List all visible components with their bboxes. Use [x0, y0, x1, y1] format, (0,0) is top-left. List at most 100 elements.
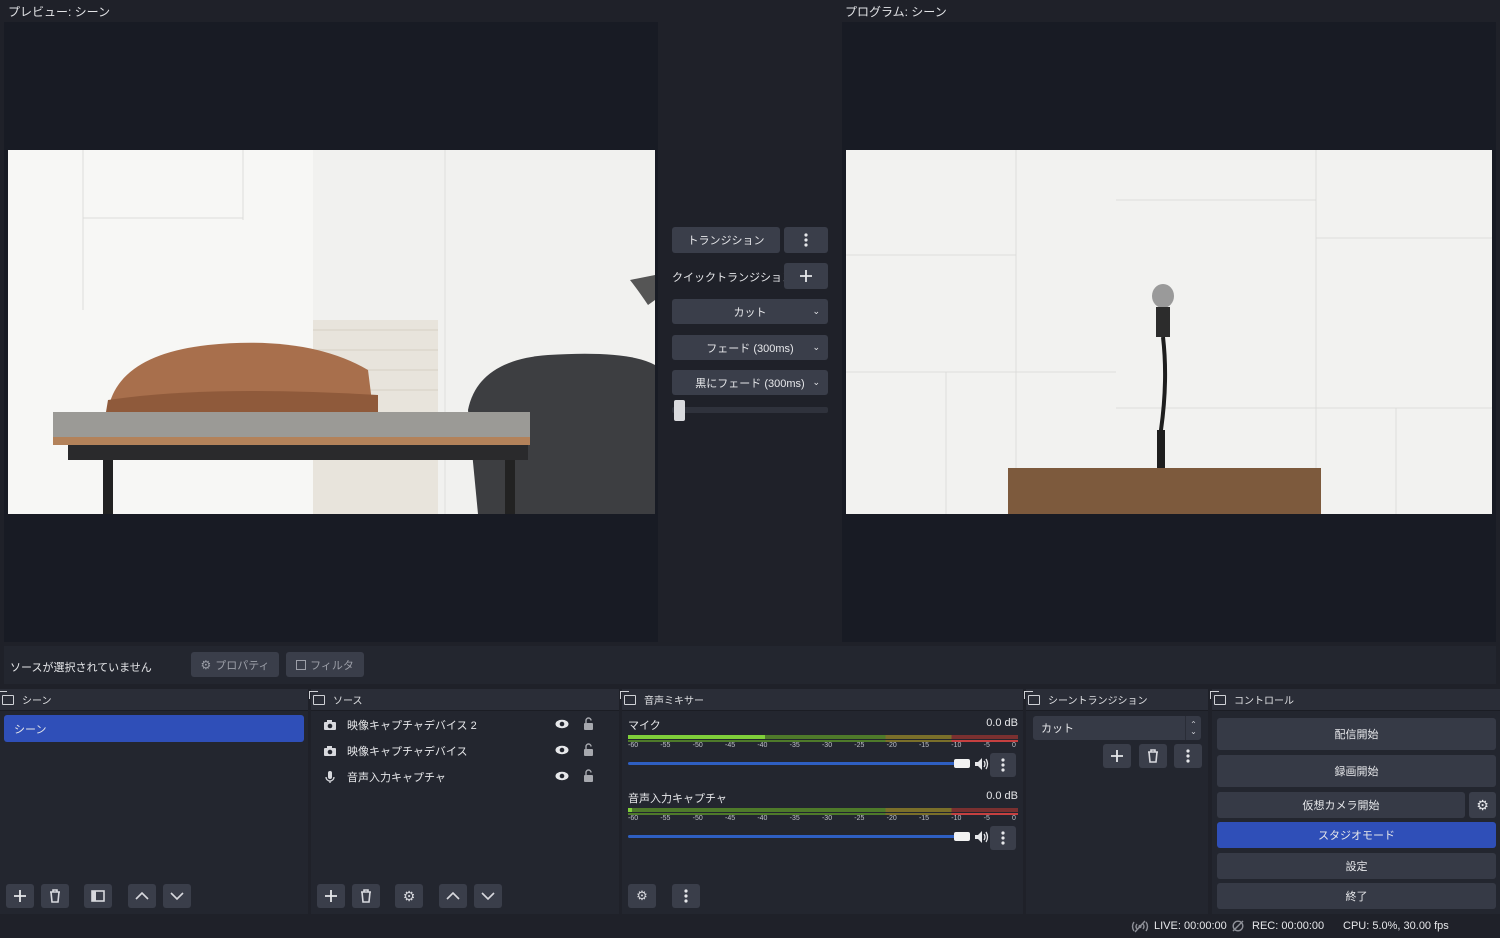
- chevron-down-icon: [170, 892, 184, 901]
- add-transition-button[interactable]: [1103, 744, 1131, 768]
- scene-transitions-dock: シーントランジション カット ⌃ ⌄: [1024, 689, 1208, 914]
- speaker-icon[interactable]: [974, 830, 990, 847]
- quick-transition-fade-black[interactable]: 黒にフェード (300ms) ⌄: [672, 370, 828, 395]
- scene-filters-button[interactable]: [84, 884, 112, 908]
- scenes-dock-header[interactable]: シーン: [0, 689, 308, 711]
- move-source-down-button[interactable]: [474, 884, 502, 908]
- filter-icon: [91, 890, 105, 902]
- kebab-icon: [1186, 749, 1190, 763]
- volume-slider-handle[interactable]: [954, 759, 970, 768]
- scale-tick: -50: [692, 742, 703, 749]
- scale-tick: -10: [951, 815, 962, 822]
- source-item-label: 映像キャプチャデバイス: [347, 746, 468, 758]
- scale-tick: -60: [628, 742, 639, 749]
- volume-slider[interactable]: [628, 759, 970, 768]
- source-properties-button[interactable]: ⚙: [395, 884, 423, 908]
- remove-source-button[interactable]: [352, 884, 380, 908]
- quick-transition-cut[interactable]: カット ⌄: [672, 299, 828, 324]
- audio-mixer-dock-title: 音声ミキサー: [644, 696, 704, 707]
- quick-transition-label-0: カット: [733, 306, 767, 319]
- transition-select[interactable]: カット ⌃ ⌄: [1033, 716, 1201, 740]
- transition-button[interactable]: トランジション: [672, 227, 780, 253]
- source-item[interactable]: 映像キャプチャデバイス: [315, 738, 615, 764]
- transition-select-value: カット: [1041, 723, 1074, 735]
- preview-title: プレビュー: シーン: [8, 5, 111, 19]
- t-bar-track[interactable]: [672, 407, 828, 413]
- add-source-button[interactable]: [317, 884, 345, 908]
- controls-dock-header[interactable]: コントロール: [1210, 689, 1500, 711]
- plus-icon: [14, 890, 26, 902]
- scale-tick: -5: [983, 815, 990, 822]
- scale-tick: -25: [854, 742, 865, 749]
- move-scene-down-button[interactable]: [163, 884, 191, 908]
- preview-canvas[interactable]: [8, 150, 655, 514]
- lock-icon[interactable]: [583, 769, 594, 785]
- program-canvas[interactable]: [846, 150, 1492, 514]
- scale-tick: -35: [789, 742, 800, 749]
- start-virtual-camera-button[interactable]: 仮想カメラ開始: [1217, 792, 1465, 818]
- virtual-camera-settings-button[interactable]: ⚙: [1469, 792, 1496, 818]
- mixer-channel-name: マイク: [628, 720, 661, 732]
- scene-transitions-dock-header[interactable]: シーントランジション: [1024, 689, 1208, 711]
- quick-transition-label-2: 黒にフェード (300ms): [695, 377, 805, 390]
- source-item-label: 音声入力キャプチャ: [347, 772, 446, 784]
- properties-button[interactable]: ⚙ プロパティ: [191, 652, 279, 677]
- speaker-icon[interactable]: [974, 757, 990, 774]
- start-streaming-label: 配信開始: [1334, 729, 1379, 741]
- scale-tick: -15: [918, 815, 930, 822]
- scene-item[interactable]: シーン: [4, 715, 304, 742]
- source-item[interactable]: 音声入力キャプチャ: [315, 764, 615, 790]
- plus-icon: [800, 270, 812, 282]
- studio-mode-button[interactable]: スタジオモード: [1217, 822, 1496, 848]
- lock-icon[interactable]: [583, 743, 594, 759]
- mixer-channel-db: 0.0 dB: [986, 717, 1018, 729]
- settings-button[interactable]: 設定: [1217, 853, 1496, 879]
- add-quick-transition-button[interactable]: [784, 263, 828, 289]
- lock-icon[interactable]: [583, 717, 594, 733]
- scale-tick: -55: [660, 815, 671, 822]
- mixer-menu-button[interactable]: [672, 884, 700, 908]
- eye-icon[interactable]: [555, 771, 569, 784]
- t-bar-handle[interactable]: [674, 400, 685, 421]
- eye-icon[interactable]: [555, 719, 569, 732]
- audio-mixer-dock-header[interactable]: 音声ミキサー: [620, 689, 1023, 711]
- move-source-up-button[interactable]: [439, 884, 467, 908]
- add-scene-button[interactable]: [6, 884, 34, 908]
- advanced-audio-settings-button[interactable]: ⚙: [628, 884, 656, 908]
- trash-icon: [50, 889, 60, 903]
- transition-properties-button[interactable]: [1174, 744, 1202, 768]
- gears-icon: ⚙: [636, 888, 648, 903]
- scenes-dock: シーン シーン: [0, 689, 308, 914]
- scale-tick: -30: [821, 742, 833, 749]
- camera-icon: [324, 746, 336, 756]
- source-item[interactable]: 映像キャプチャデバイス 2: [315, 712, 615, 738]
- mixer-channel-menu-button[interactable]: [990, 753, 1016, 777]
- rec-status: REC: 00:00:00: [1252, 920, 1325, 932]
- start-virtual-camera-label: 仮想カメラ開始: [1302, 800, 1380, 812]
- move-scene-up-button[interactable]: [128, 884, 156, 908]
- properties-label: プロパティ: [215, 659, 270, 672]
- mixer-channel-db: 0.0 dB: [986, 790, 1018, 802]
- quick-transition-label-1: フェード (300ms): [706, 342, 794, 355]
- recording-status-icon: [1232, 920, 1244, 935]
- exit-label: 終了: [1345, 891, 1368, 903]
- mixer-channel-menu-button[interactable]: [990, 826, 1016, 850]
- start-recording-button[interactable]: 録画開始: [1217, 755, 1496, 787]
- start-streaming-button[interactable]: 配信開始: [1217, 718, 1496, 750]
- mixer-channel: マイク 0.0 dB -60 -55 -50 -45 -40 -35 -30 -25 -20 -1…: [628, 717, 1018, 777]
- filters-button[interactable]: フィルタ: [286, 652, 364, 677]
- volume-slider-handle[interactable]: [954, 832, 970, 841]
- scale-tick: -15: [918, 742, 930, 749]
- chevron-down-icon: ⌄: [812, 377, 820, 387]
- gear-icon: ⚙: [402, 887, 416, 904]
- scale-tick: -45: [724, 742, 736, 749]
- volume-slider[interactable]: [628, 832, 970, 841]
- quick-transition-fade[interactable]: フェード (300ms) ⌄: [672, 335, 828, 360]
- scene-transitions-body: カット ⌃ ⌄: [1026, 711, 1208, 914]
- exit-button[interactable]: 終了: [1217, 883, 1496, 909]
- transition-menu-button[interactable]: [784, 227, 828, 253]
- eye-icon[interactable]: [555, 745, 569, 758]
- remove-transition-button[interactable]: [1139, 744, 1167, 768]
- remove-scene-button[interactable]: [41, 884, 69, 908]
- sources-dock-header[interactable]: ソース: [309, 689, 619, 711]
